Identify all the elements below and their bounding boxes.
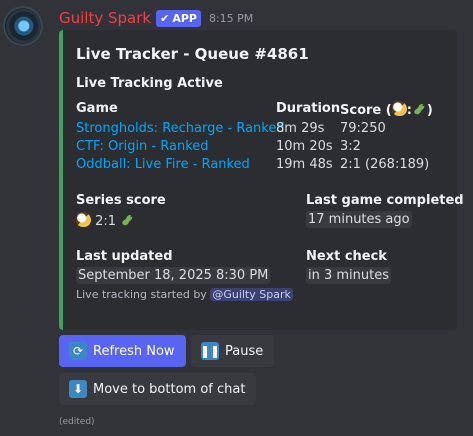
- column-header-score: Score (:): [340, 101, 433, 118]
- last-updated-value: September 18, 2025 8:30 PM: [76, 267, 271, 284]
- refresh-now-button[interactable]: ⟳ Refresh Now: [59, 335, 186, 367]
- checkmark-icon: ✔: [160, 11, 170, 25]
- embed-footer: Live tracking started by @Guilty Spark: [76, 288, 293, 301]
- game-score: 79:250: [340, 121, 386, 136]
- next-check-timestamp[interactable]: in 3 minutes: [306, 267, 392, 284]
- move-to-bottom-button[interactable]: ⬇ Move to bottom of chat: [59, 373, 257, 405]
- snake-icon: [414, 103, 425, 115]
- last-game-value: 17 minutes ago: [306, 211, 412, 228]
- game-link[interactable]: CTF: Origin - Ranked: [76, 138, 209, 156]
- pause-label: Pause: [225, 343, 264, 359]
- game-duration: 10m 20s: [276, 139, 333, 154]
- footer-text: Live tracking started by: [76, 288, 207, 301]
- game-link[interactable]: Strongholds: Recharge - Ranked: [76, 120, 285, 138]
- username[interactable]: Guilty Spark: [59, 9, 151, 27]
- app-badge-label: APP: [172, 11, 197, 25]
- game-duration: 8m 29s: [276, 121, 325, 136]
- series-score-value: 2:1: [76, 212, 135, 229]
- game-score: 3:2: [340, 139, 361, 154]
- refresh-icon: ⟳: [69, 342, 87, 360]
- last-game-label: Last game completed: [306, 193, 464, 208]
- embed: Live Tracker - Queue #4861 Live Tracking…: [59, 30, 464, 330]
- last-game-timestamp[interactable]: 17 minutes ago: [306, 211, 412, 228]
- last-updated-label: Last updated: [76, 249, 173, 264]
- next-check-value: in 3 minutes: [306, 267, 392, 284]
- message-header: Guilty Spark ✔ APP 8:15 PM: [59, 9, 253, 27]
- last-updated-timestamp[interactable]: September 18, 2025 8:30 PM: [76, 267, 271, 284]
- next-check-label: Next check: [306, 249, 387, 264]
- eagle-icon: [76, 212, 91, 227]
- series-score-text: 2:1: [95, 214, 117, 229]
- series-score-label: Series score: [76, 193, 166, 208]
- user-mention[interactable]: @Guilty Spark: [210, 288, 293, 301]
- pause-icon: ❚❚: [199, 342, 221, 360]
- embed-description: Live Tracking Active: [76, 76, 223, 91]
- eagle-icon: [391, 101, 407, 116]
- column-header-score-label: Score (: [340, 103, 392, 118]
- game-link[interactable]: Oddball: Live Fire - Ranked: [76, 156, 250, 174]
- refresh-now-label: Refresh Now: [93, 343, 175, 359]
- arrow-down-icon: ⬇: [69, 380, 87, 398]
- move-to-bottom-label: Move to bottom of chat: [93, 381, 246, 397]
- column-header-game: Game: [76, 101, 118, 116]
- timestamp[interactable]: 8:15 PM: [209, 12, 253, 25]
- game-score: 2:1 (268:189): [340, 157, 430, 172]
- pause-button[interactable]: ❚❚ Pause: [191, 335, 275, 367]
- snake-icon: [122, 214, 133, 226]
- game-duration: 19m 48s: [276, 157, 333, 172]
- app-badge: ✔ APP: [156, 9, 201, 27]
- embed-title: Live Tracker - Queue #4861: [76, 45, 309, 63]
- edited-indicator: (edited): [59, 417, 95, 427]
- bot-avatar[interactable]: [3, 6, 43, 46]
- column-header-duration: Duration: [276, 101, 341, 116]
